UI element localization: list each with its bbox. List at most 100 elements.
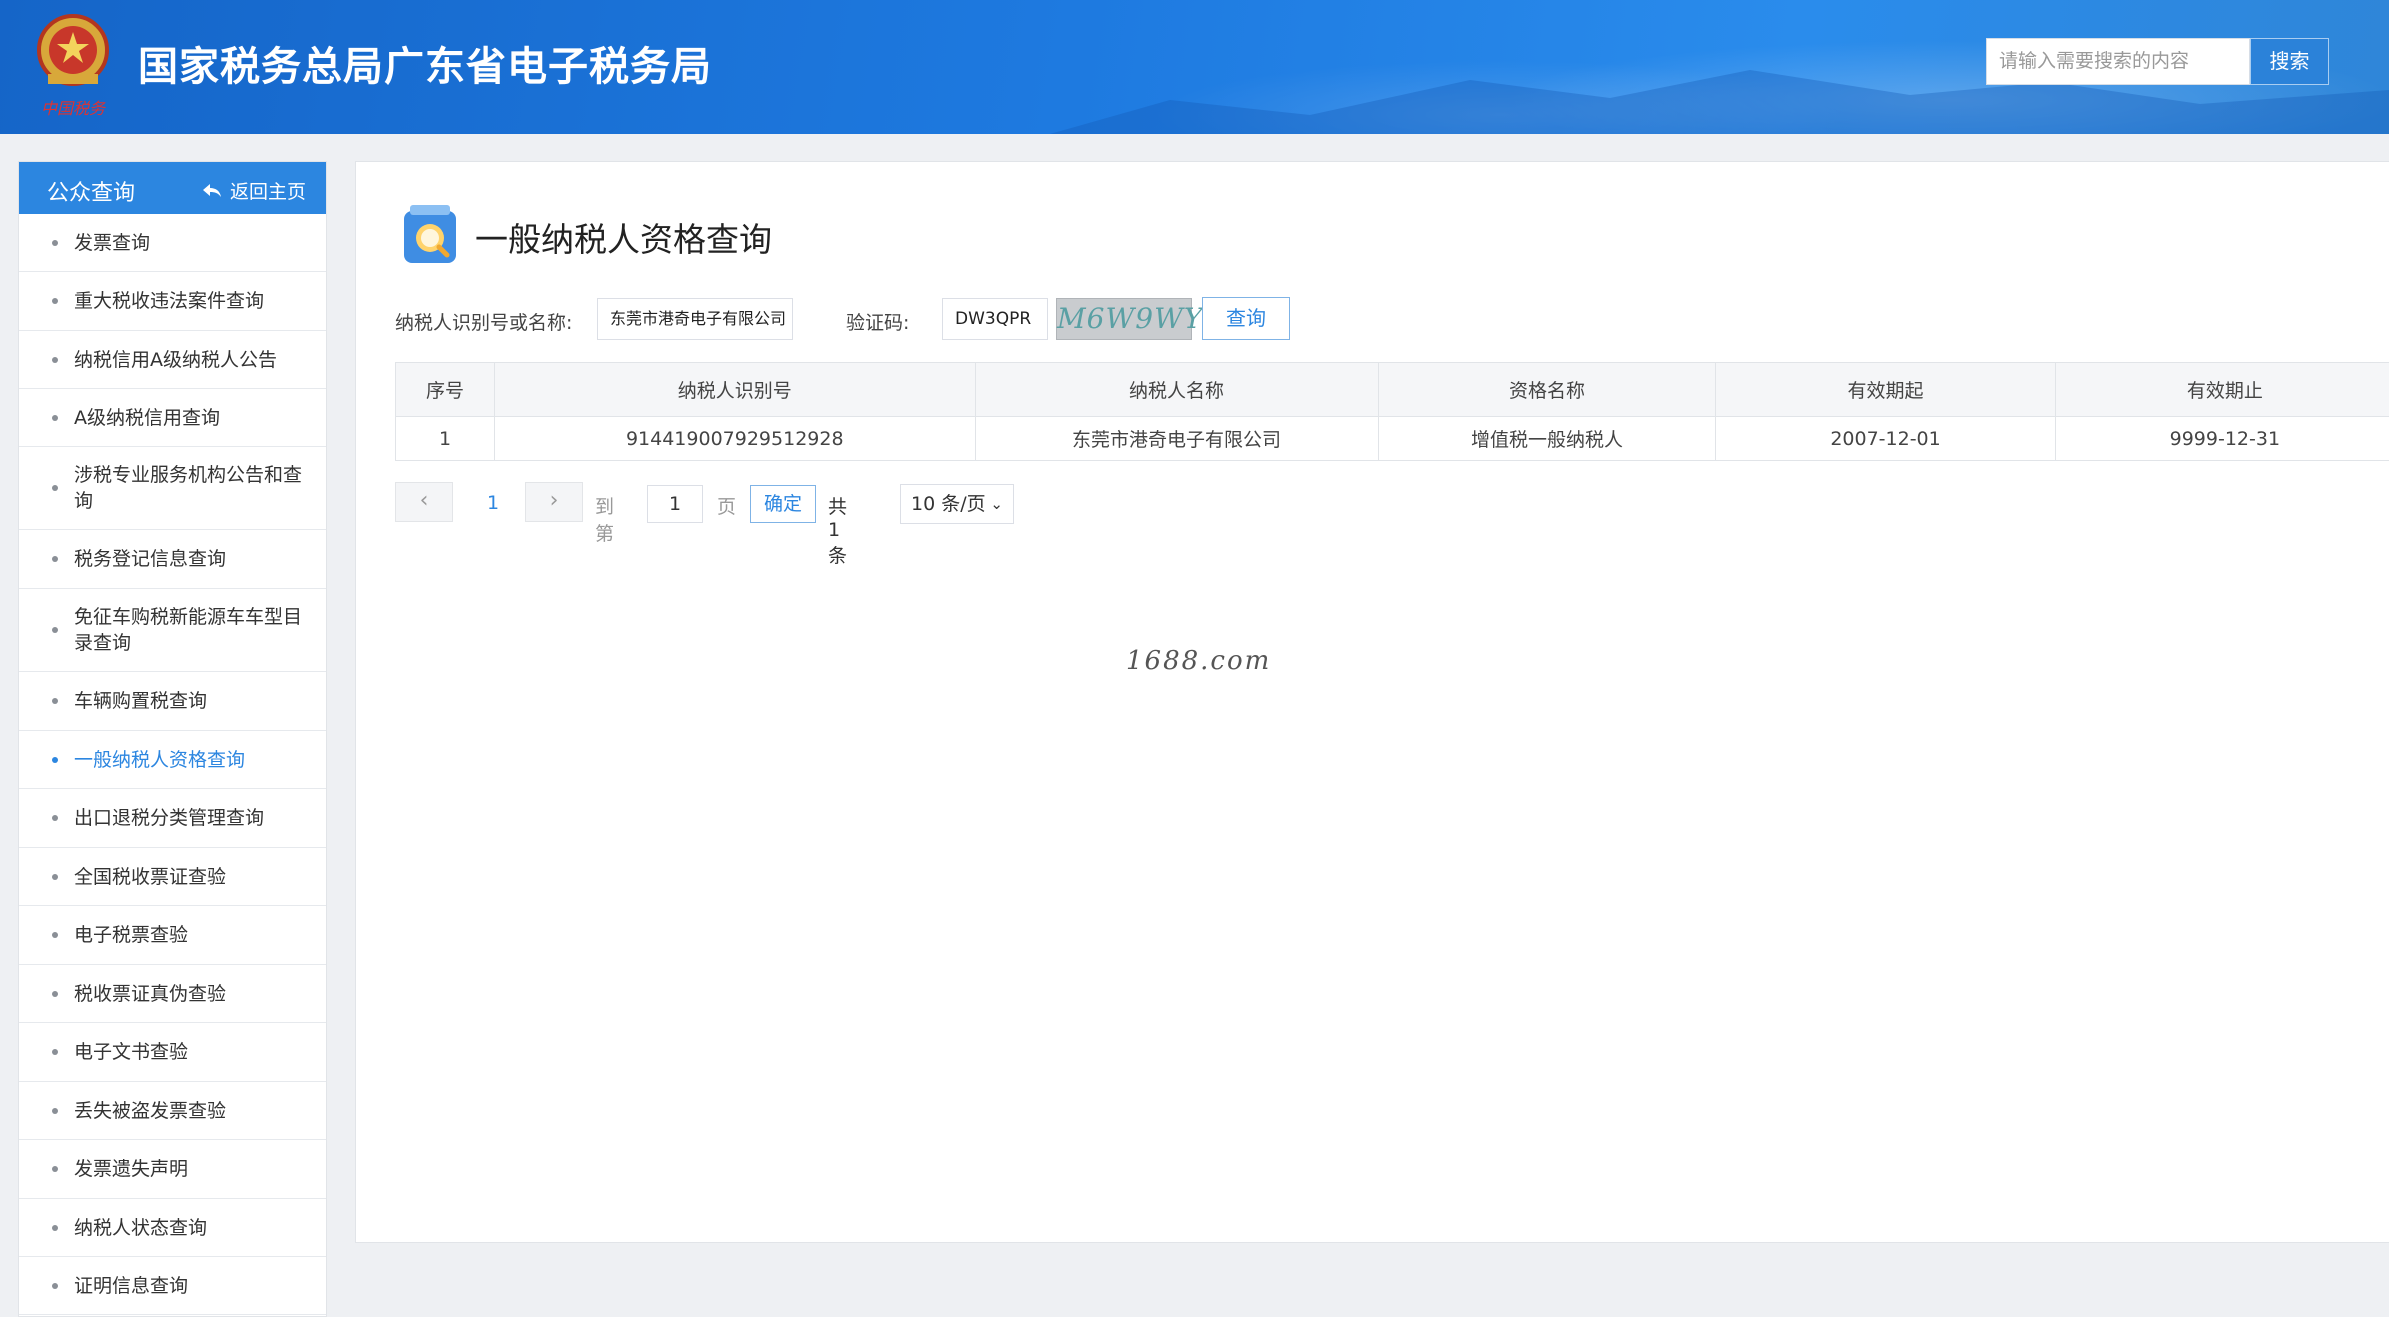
sidebar-item-label: 发票查询 xyxy=(74,231,151,254)
bullet-dot-icon xyxy=(52,815,58,821)
sidebar-item[interactable]: 重大税收违法案件查询 xyxy=(19,272,326,331)
sidebar-item-label: 发票遗失声明 xyxy=(74,1158,189,1180)
sidebar-item-label: 纳税人状态查询 xyxy=(74,1216,208,1239)
bullet-dot-icon xyxy=(52,990,58,997)
table-cell: 1 xyxy=(395,416,495,461)
page-size-value: 10 条/页 xyxy=(911,493,986,515)
table-body: 1 914419007929512928 东莞市港奇电子有限公司 增值税一般纳税人 20… xyxy=(395,416,2389,461)
return-arrow-icon xyxy=(202,183,221,197)
chevron-down-icon: ⌄ xyxy=(990,495,1003,513)
sidebar-item[interactable]: 发票查询 xyxy=(19,214,326,272)
table-cell: 增值税一般纳税人 xyxy=(1377,416,1717,461)
table-header-cell: 有效期止 xyxy=(2054,362,2389,417)
sidebar-item[interactable]: 车辆购置税查询 xyxy=(19,672,326,731)
sidebar-item-label: 证明信息查询 xyxy=(74,1274,189,1297)
goto-page-input[interactable]: 1 xyxy=(647,485,703,523)
total-count: 共 1 条 xyxy=(828,496,848,567)
table-header-cell: 纳税人识别号 xyxy=(493,362,976,417)
sidebar-item-label: 车辆购置税查询 xyxy=(74,690,208,712)
back-home-label: 返回主页 xyxy=(229,181,306,203)
confirm-page-button[interactable]: 确定 xyxy=(750,485,816,523)
captcha-image[interactable]: M6W9WY xyxy=(1056,298,1202,340)
watermark: 1688.com xyxy=(1126,646,1272,676)
sidebar-item[interactable]: 电子税票查验 xyxy=(19,906,326,965)
chevron-right-icon: › xyxy=(549,488,559,513)
goto-label: 到第 xyxy=(595,496,615,545)
page-unit-label: 页 xyxy=(717,496,737,518)
sidebar: 公众查询 返回主页 发票查询重大税收违法案件查询 纳税信用A级纳税人公告 A级纳税信… xyxy=(18,161,327,1317)
table-cell: 东莞市港奇电子有限公司 xyxy=(974,416,1379,461)
sidebar-header: 公众查询 返回主页 xyxy=(19,162,326,214)
sidebar-item[interactable]: 涉税专业服务机构公告和查询 xyxy=(19,447,326,530)
table-header-cell: 资格名称 xyxy=(1377,362,1717,417)
sidebar-item-label: 电子税票查验 xyxy=(74,924,189,946)
bullet-dot-icon xyxy=(52,1107,58,1114)
sidebar-item-label: A级纳税信用查询 xyxy=(74,406,220,429)
search-button[interactable]: 搜索 xyxy=(2250,38,2329,85)
next-page-button[interactable]: › xyxy=(525,482,583,522)
sidebar-item[interactable]: 免征车购税新能源车车型目录查询 xyxy=(19,589,326,672)
bullet-dot-icon xyxy=(52,873,58,880)
tax-emblem-logo: 中国税务 xyxy=(37,14,109,118)
taxpayer-input[interactable]: 东莞市港奇电子有限公司 xyxy=(597,298,793,340)
svg-text:中国税务: 中国税务 xyxy=(41,99,107,118)
sidebar-item-label: 全国税收票证查验 xyxy=(74,865,227,888)
captcha-label: 验证码: xyxy=(846,312,910,334)
sidebar-item[interactable]: 证明信息查询 xyxy=(19,1257,326,1315)
bullet-dot-icon xyxy=(52,239,58,246)
table-header-cell: 纳税人名称 xyxy=(974,362,1379,417)
sidebar-item-label: 丢失被盗发票查验 xyxy=(74,1099,227,1122)
query-button[interactable]: 查询 xyxy=(1202,297,1290,340)
page-size-select[interactable]: 10 条/页 ⌄ xyxy=(900,484,1014,524)
bullet-dot-icon xyxy=(52,1166,58,1172)
sidebar-item-label: 出口退税分类管理查询 xyxy=(74,807,265,829)
bullet-dot-icon xyxy=(52,932,58,938)
bullet-dot-icon xyxy=(52,485,58,491)
table-cell: 914419007929512928 xyxy=(493,416,976,461)
sidebar-item[interactable]: 发票遗失声明 xyxy=(19,1140,326,1199)
table-cell: 2007-12-01 xyxy=(1715,416,2056,461)
back-home-link[interactable]: 返回主页 xyxy=(202,177,306,204)
sidebar-item-label: 免征车购税新能源车车型目录查询 xyxy=(74,606,303,654)
bullet-dot-icon xyxy=(52,698,58,704)
sidebar-item-label: 涉税专业服务机构公告和查询 xyxy=(74,464,303,512)
sidebar-item[interactable]: A级纳税信用查询 xyxy=(19,389,326,447)
chevron-left-icon: ‹ xyxy=(419,488,429,513)
bullet-dot-icon xyxy=(52,756,58,763)
bullet-dot-icon xyxy=(52,298,58,304)
table-row: 1 914419007929512928 东莞市港奇电子有限公司 增值税一般纳税人 20… xyxy=(395,416,2389,461)
sidebar-item-label: 税务登记信息查询 xyxy=(74,548,227,570)
bullet-dot-icon xyxy=(52,627,58,633)
taxpayer-label: 纳税人识别号或名称: xyxy=(395,312,573,334)
sidebar-item-label: 税收票证真伪查验 xyxy=(74,982,227,1005)
sidebar-item[interactable]: 出口退税分类管理查询 xyxy=(19,789,326,848)
sidebar-item[interactable]: 全国税收票证查验 xyxy=(19,848,326,906)
table-header-row: 序号 纳税人识别号 纳税人名称 资格名称 有效期起 有效期止 xyxy=(395,362,2389,417)
sidebar-item[interactable]: 电子文书查验 xyxy=(19,1023,326,1082)
sidebar-item[interactable]: 税收票证真伪查验 xyxy=(19,965,326,1023)
bullet-dot-icon xyxy=(52,1224,58,1231)
page-title: 一般纳税人资格查询 xyxy=(475,220,772,259)
bullet-dot-icon xyxy=(52,414,58,421)
site-header: 中国税务 国家税务总局广东省电子税务局 请输入需要搜索的内容 搜索 xyxy=(0,0,2389,134)
sidebar-item[interactable]: 纳税信用A级纳税人公告 xyxy=(19,331,326,389)
table-cell: 9999-12-31 xyxy=(2054,416,2389,461)
prev-page-button[interactable]: ‹ xyxy=(395,482,453,522)
sidebar-item-label: 电子文书查验 xyxy=(74,1041,189,1063)
table-header-cell: 序号 xyxy=(395,362,495,417)
sidebar-item[interactable]: 税务登记信息查询 xyxy=(19,530,326,589)
sidebar-item[interactable]: 丢失被盗发票查验 xyxy=(19,1082,326,1140)
query-page-icon xyxy=(404,205,456,263)
sidebar-item[interactable]: 纳税人状态查询 xyxy=(19,1199,326,1257)
bullet-dot-icon xyxy=(52,556,58,562)
table-header-cell: 有效期起 xyxy=(1715,362,2056,417)
sidebar-item[interactable]: 一般纳税人资格查询 xyxy=(19,731,326,789)
search-input[interactable]: 请输入需要搜索的内容 xyxy=(1986,38,2250,85)
sidebar-item-label: 重大税收违法案件查询 xyxy=(74,290,265,312)
page-number[interactable]: 1 xyxy=(487,492,499,514)
sidebar-item-label: 纳税信用A级纳税人公告 xyxy=(74,348,277,371)
sidebar-menu: 发票查询重大税收违法案件查询 纳税信用A级纳税人公告 A级纳税信用查询涉税专业服务机… xyxy=(19,214,326,1315)
site-title: 国家税务总局广东省电子税务局 xyxy=(138,44,712,90)
bullet-dot-icon xyxy=(52,356,58,363)
captcha-input[interactable]: DW3QPR xyxy=(942,298,1048,340)
